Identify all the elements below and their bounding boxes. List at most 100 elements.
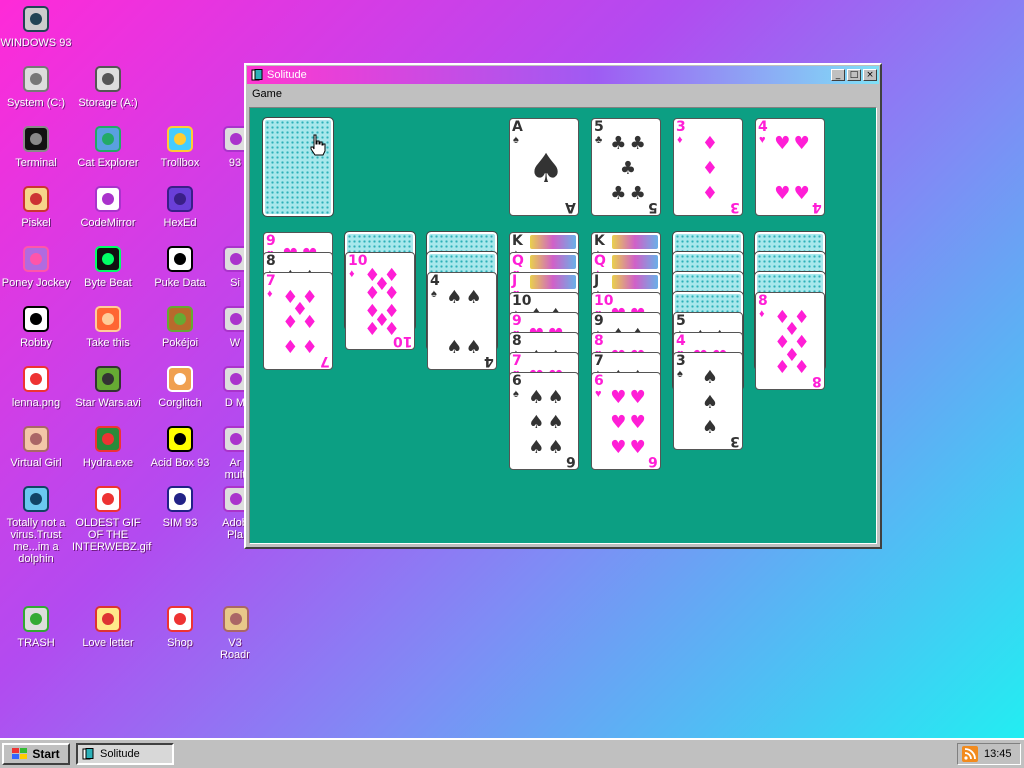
- desktop-icon-yoda[interactable]: Star Wars.avi: [72, 363, 144, 409]
- card-pip: ♦: [301, 312, 318, 333]
- desktop-icon-label: HexEd: [163, 217, 197, 229]
- tableau-3-card[interactable]: 4 ♠ ♠ ♠ ♠ ♠ 4: [427, 272, 497, 370]
- card-pip: ♠: [528, 437, 545, 459]
- tableau-5-card[interactable]: 6 ♥ ♥ ♥ ♥ ♥ ♥ ♥ 6: [591, 372, 661, 470]
- desktop-icon-cat-globe[interactable]: Cat Explorer: [72, 123, 144, 169]
- card-pip: ♥: [629, 386, 646, 408]
- desktop-icon-label: Terminal: [15, 157, 57, 169]
- desktop-icon-drive[interactable]: System (C:): [0, 63, 72, 109]
- desktop-icon-label: Love letter: [82, 637, 134, 649]
- card-rank-bottom: 4: [812, 199, 822, 215]
- desktop-icon-label: Totally not a virus.Trust me...im a dolp…: [6, 517, 66, 565]
- card-pip: ♠: [547, 437, 564, 459]
- court-figure-icon: [612, 275, 658, 289]
- desktop-icon-robot[interactable]: Robby: [0, 303, 72, 349]
- tableau-7-card[interactable]: 8 ♦ ♦ ♦ ♦ ♦ ♦ ♦ ♦ ♦ 8: [755, 292, 825, 390]
- tableau-1-card[interactable]: 7 ♦ ♦ ♦ ♦ ♦ ♦ ♦ ♦ 7: [263, 272, 333, 370]
- book-icon: [164, 483, 196, 515]
- court-figure-icon: [530, 255, 576, 269]
- face-icon: [20, 423, 52, 455]
- card-pip: ♠: [465, 286, 482, 308]
- desktop-icon-chat[interactable]: Trollbox: [144, 123, 216, 169]
- menubar: Game: [246, 85, 880, 103]
- card-rank: 4: [676, 333, 686, 349]
- window-titlebar[interactable]: Solitude _ □ ×: [247, 66, 879, 84]
- desktop-icon-hydra[interactable]: Hydra.exe: [72, 423, 144, 469]
- start-logo-icon: [12, 748, 28, 759]
- foundation-pile-1[interactable]: A ♠ ♠ A: [509, 118, 579, 216]
- card-rank-bottom: 6: [648, 453, 658, 469]
- desktop-icon-gif[interactable]: OLDEST GIF OF THE INTERWEBZ.gif: [72, 483, 151, 553]
- maximize-button[interactable]: □: [847, 69, 861, 81]
- card-rank: 5: [676, 313, 686, 329]
- desktop-icon-envelope[interactable]: Love letter: [72, 603, 144, 649]
- card-pip: ♥: [629, 412, 646, 433]
- desktop-icon-gift[interactable]: Shop: [144, 603, 216, 649]
- desktop-icon-label: Acid Box 93: [150, 457, 210, 469]
- tableau-4-card[interactable]: 6 ♠ ♠ ♠ ♠ ♠ ♠ ♠ 6: [509, 372, 579, 470]
- start-button[interactable]: Start: [2, 743, 70, 765]
- card-pip: ♦: [701, 158, 719, 179]
- desktop-icon-label: TRASH: [17, 637, 55, 649]
- menu-game[interactable]: Game: [252, 88, 282, 100]
- desktop-icon-terminal[interactable]: Terminal: [0, 123, 72, 169]
- desktop-icon-cube[interactable]: HexEd: [144, 183, 216, 229]
- card-pip: ♦: [364, 282, 381, 304]
- stock-pile[interactable]: [262, 117, 334, 217]
- desktop-icon-palette[interactable]: Piskel: [0, 183, 72, 229]
- desktop-icon-computer[interactable]: WINDOWS 93: [0, 3, 72, 49]
- rss-feed-icon[interactable]: [962, 746, 978, 762]
- desktop-icon-label: Pokéjoi: [161, 337, 199, 349]
- card-pip: ♥: [610, 386, 627, 408]
- card-rank: 5: [594, 119, 604, 135]
- card-rank: 4: [430, 273, 440, 289]
- card-rank-bottom: 3: [730, 433, 740, 449]
- card-rank: Q: [594, 253, 606, 269]
- desktop-icon-waveform[interactable]: Byte Beat: [72, 243, 144, 289]
- desktop-icon-pony[interactable]: Poney Jockey: [0, 243, 72, 289]
- desktop-icon-book[interactable]: SIM 93: [144, 483, 216, 529]
- card-pip: ♣: [610, 183, 627, 205]
- card-suit: ♥: [759, 134, 766, 146]
- card-pip: ♠: [465, 337, 482, 359]
- system-tray: 13:45: [957, 743, 1021, 765]
- desktop-icon-floppy-drive[interactable]: Storage (A:): [72, 63, 144, 109]
- desktop-icon-cookie[interactable]: Pokéjoi: [144, 303, 216, 349]
- card-pip: ♠: [446, 337, 463, 359]
- yoda-icon: [92, 363, 124, 395]
- desktop-icon-image[interactable]: lenna.png: [0, 363, 72, 409]
- hydra-icon: [92, 423, 124, 455]
- card-rank: A: [512, 119, 523, 135]
- desktop-icon-label: Poney Jockey: [1, 277, 71, 289]
- code-icon: [92, 183, 124, 215]
- card-pip: ♣: [619, 158, 637, 179]
- tableau-6-card[interactable]: 3 ♠ ♠ ♠ ♠ 3: [673, 352, 743, 450]
- cookie-icon: [164, 303, 196, 335]
- foundation-pile-3[interactable]: 3 ♦ ♦ ♦ ♦ 3: [673, 118, 743, 216]
- close-button[interactable]: ×: [863, 69, 877, 81]
- desktop-icon-pd[interactable]: Puke Data: [144, 243, 216, 289]
- card-pip: ♠: [528, 146, 564, 192]
- minimize-button[interactable]: _: [831, 69, 845, 81]
- foundation-pile-4[interactable]: 4 ♥ ♥ ♥ ♥ ♥ 4: [755, 118, 825, 216]
- waveform-icon: [92, 243, 124, 275]
- desktop-icon-face[interactable]: Virtual Girl: [0, 423, 72, 469]
- desktop-icon-trash[interactable]: TRASH: [0, 603, 72, 649]
- hand-cursor-icon: [310, 134, 326, 156]
- desktop-icon-map[interactable]: V3 Roadmap: [220, 603, 250, 661]
- desktop-icon-dog[interactable]: Corglitch: [144, 363, 216, 409]
- card-rank: 9: [266, 233, 276, 249]
- desktop-icon-label: Hydra.exe: [82, 457, 134, 469]
- foundation-pile-2[interactable]: 5 ♣ ♣ ♣ ♣ ♣ ♣ 5: [591, 118, 661, 216]
- gif-icon: [92, 483, 124, 515]
- tableau-2-card[interactable]: 10 ♦ ♦ ♦ ♦ ♦ ♦ ♦ ♦ ♦ ♦ ♦ 10: [345, 252, 415, 350]
- pony-icon: [20, 243, 52, 275]
- desktop-icon-smiley[interactable]: Acid Box 93: [144, 423, 216, 469]
- desktop-icon-code[interactable]: CodeMirror: [72, 183, 144, 229]
- desktop-icon-character[interactable]: Take this: [72, 303, 144, 349]
- card-pip: ♦: [701, 132, 719, 154]
- card-rank: 8: [266, 253, 276, 269]
- taskbar-item-solitude[interactable]: Solitude: [76, 743, 174, 765]
- desktop-icon-dolphin[interactable]: Totally not a virus.Trust me...im a dolp…: [0, 483, 72, 565]
- card-pip: ♠: [528, 386, 545, 408]
